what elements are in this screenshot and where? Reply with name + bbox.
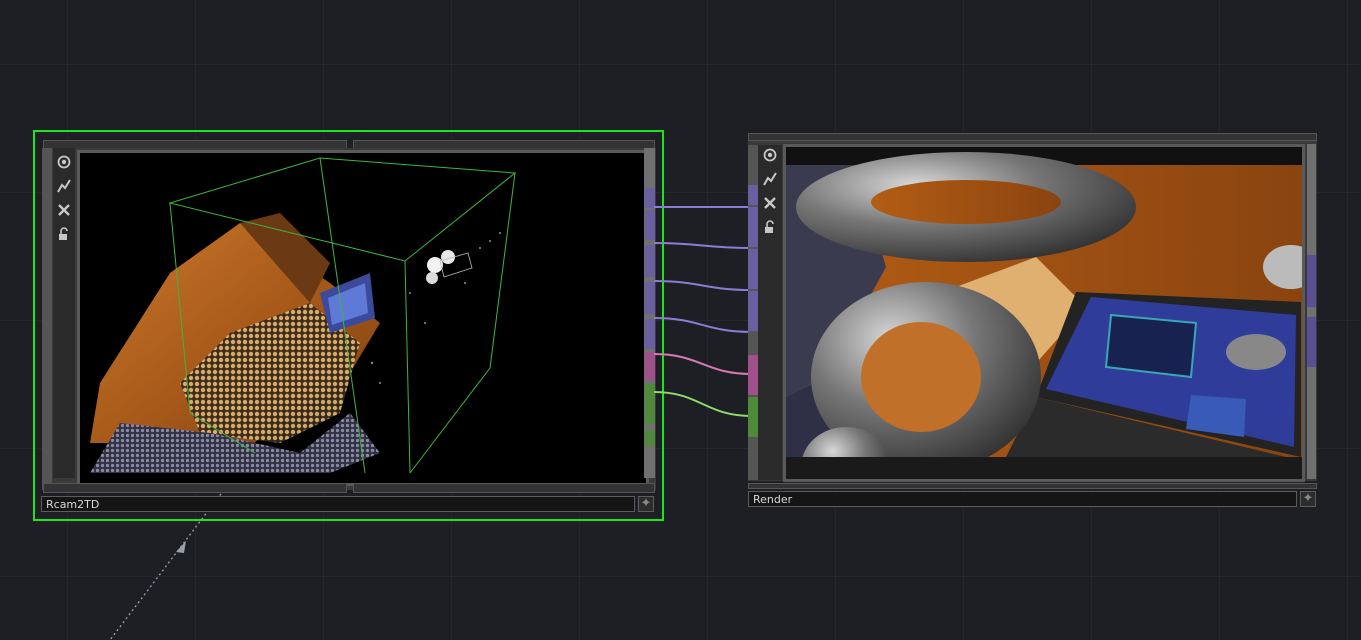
input-port-4[interactable]: [748, 291, 758, 331]
input-port-5[interactable]: [748, 355, 758, 395]
close-icon[interactable]: [760, 193, 780, 213]
render-image: [786, 147, 1302, 479]
operator-name-render[interactable]: Render: [748, 491, 1297, 507]
lock-icon[interactable]: [760, 217, 780, 237]
output-port-2[interactable]: [1307, 317, 1316, 367]
top-bar: [748, 133, 1317, 141]
bottom-bar: [748, 483, 1317, 489]
input-port-3[interactable]: [748, 249, 758, 289]
output-strip: [1307, 144, 1316, 479]
input-port-2[interactable]: [748, 207, 758, 247]
output-port-1[interactable]: [1307, 255, 1316, 307]
tool-column: [758, 145, 782, 480]
input-port-6[interactable]: [748, 397, 758, 437]
viewer-icon[interactable]: [760, 145, 780, 165]
input-port-1[interactable]: [748, 185, 758, 205]
bypass-icon[interactable]: [760, 169, 780, 189]
add-icon[interactable]: ✦: [1300, 491, 1316, 507]
viewer-render[interactable]: [783, 144, 1305, 482]
operator-render[interactable]: Render ✦: [748, 133, 1317, 509]
